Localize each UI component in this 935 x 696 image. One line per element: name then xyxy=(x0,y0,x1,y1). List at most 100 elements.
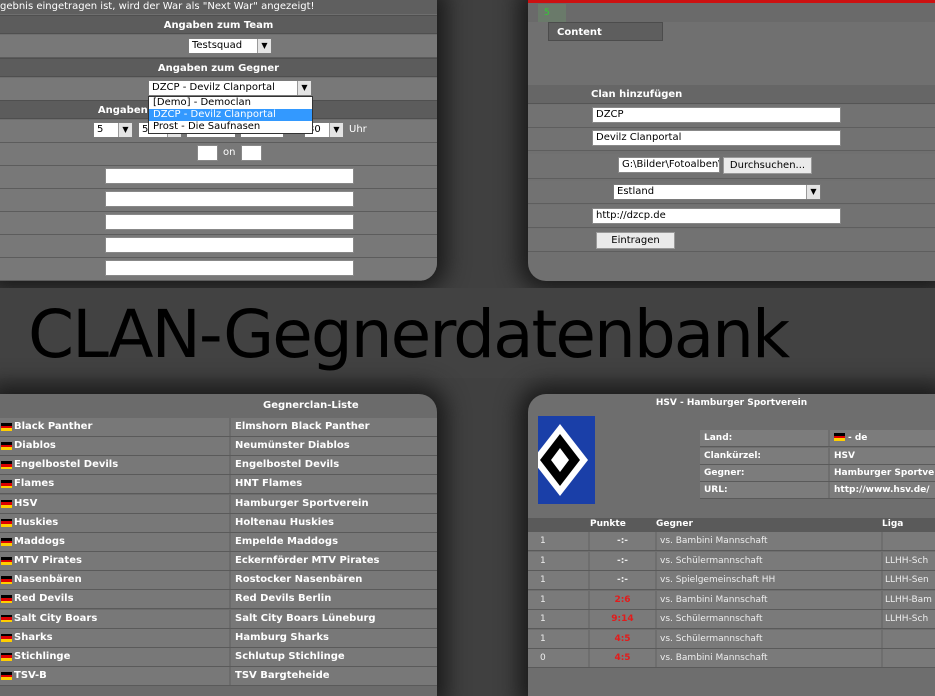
text-field[interactable] xyxy=(105,168,354,184)
match-row[interactable]: 1 9:14 vs. Schülermannschaft LLHH-Sch xyxy=(528,610,935,629)
clan-list-row[interactable]: TSV-B TSV Bargteheide xyxy=(0,666,437,686)
text-field[interactable] xyxy=(105,260,354,276)
chevron-down-icon: ▼ xyxy=(118,123,132,137)
match-opponent-cell[interactable]: vs. Bambini Mannschaft xyxy=(657,649,881,667)
dropdown-option[interactable]: Prost - Die Saufnasen xyxy=(149,121,312,133)
clan-list-row[interactable]: Diablos Neumünster Diablos xyxy=(0,437,437,457)
clan-name-cell[interactable]: Hamburg Sharks xyxy=(231,628,437,647)
match-opponent-cell[interactable]: vs. Schülermannschaft xyxy=(657,610,881,628)
text-field[interactable] xyxy=(105,214,354,230)
clan-tag-cell[interactable]: HSV xyxy=(0,494,229,513)
clan-tag-cell[interactable]: Diablos xyxy=(0,437,229,456)
germany-flag-icon xyxy=(1,518,12,527)
col-opponent: Gegner xyxy=(656,519,693,529)
clan-name-cell[interactable]: Empelde Maddogs xyxy=(231,532,437,551)
clan-tag-cell[interactable]: Black Panther xyxy=(0,418,229,436)
clan-list-row[interactable]: Black Panther Elmshorn Black Panther xyxy=(0,418,437,437)
clan-tag-cell[interactable]: Stichlinge xyxy=(0,647,229,666)
match-opponent-cell[interactable]: vs. Bambini Mannschaft xyxy=(657,590,881,609)
clan-name-cell[interactable]: Schlutup Stichlinge xyxy=(231,647,437,666)
dropdown-option-selected[interactable]: DZCP - Devilz Clanportal xyxy=(149,109,312,121)
clan-list-row[interactable]: MTV Pirates Eckernförder MTV Pirates xyxy=(0,552,437,572)
clan-list-row[interactable]: Sharks Hamburg Sharks xyxy=(0,628,437,648)
tab-content[interactable]: Content xyxy=(548,22,663,41)
clan-name-cell[interactable]: HNT Flames xyxy=(231,475,437,494)
match-lead-cell: 1 xyxy=(528,590,588,609)
match-row[interactable]: 1 4:5 vs. Schülermannschaft xyxy=(528,629,935,649)
clan-list-row[interactable]: Engelbostel Devils Engelbostel Devils xyxy=(0,456,437,476)
match-row[interactable]: 1 2:6 vs. Bambini Mannschaft LLHH-Bam xyxy=(528,590,935,610)
submit-button[interactable]: Eintragen xyxy=(596,232,675,249)
clan-name-cell[interactable]: Holtenau Huskies xyxy=(231,513,437,532)
score-row: on xyxy=(0,143,437,166)
score-opponent-input[interactable] xyxy=(241,145,262,161)
match-points-cell: -:- xyxy=(590,571,655,589)
clan-list-row[interactable]: Huskies Holtenau Huskies xyxy=(0,513,437,533)
germany-flag-icon xyxy=(1,442,12,451)
clan-list-row[interactable]: Nasenbären Rostocker Nasenbären xyxy=(0,571,437,591)
dropdown-option[interactable]: [Demo] - Democlan xyxy=(149,97,312,109)
match-row[interactable]: 0 4:5 vs. Bambini Mannschaft xyxy=(528,649,935,668)
clan-name-cell[interactable]: Rostocker Nasenbären xyxy=(231,571,437,590)
germany-flag-icon xyxy=(1,671,12,680)
clan-tag-cell[interactable]: TSV-B xyxy=(0,666,229,685)
clan-url-input[interactable]: http://dzcp.de xyxy=(592,208,841,224)
clan-list-row[interactable]: Salt City Boars Salt City Boars Lüneburg xyxy=(0,609,437,629)
tab-strip xyxy=(528,3,935,22)
land-value: - de xyxy=(830,430,935,446)
clan-list-row[interactable]: Red Devils Red Devils Berlin xyxy=(0,590,437,610)
country-select[interactable]: Estland ▼ xyxy=(613,184,821,200)
field-row xyxy=(0,212,437,235)
clan-name-cell[interactable]: Red Devils Berlin xyxy=(231,590,437,609)
match-opponent-cell[interactable]: vs. Spielgemeinschaft HH xyxy=(657,571,881,589)
clan-tag-input[interactable]: DZCP xyxy=(592,107,841,123)
clan-list-row[interactable]: Maddogs Empelde Maddogs xyxy=(0,532,437,552)
clan-tag-cell[interactable]: MTV Pirates xyxy=(0,552,229,571)
clan-list-row[interactable]: Flames HNT Flames xyxy=(0,475,437,495)
logo-file-input[interactable]: G:\Bilder\Fotoalben\S xyxy=(618,157,720,173)
clan-name-cell[interactable]: Salt City Boars Lüneburg xyxy=(231,609,437,628)
next-war-note: gebnis eingetragen ist, wird der War als… xyxy=(0,0,437,14)
clan-name-cell[interactable]: Eckernförder MTV Pirates xyxy=(231,552,437,571)
clan-name-cell[interactable]: Hamburger Sportverein xyxy=(231,494,437,513)
clan-name-cell[interactable]: Elmshorn Black Panther xyxy=(231,418,437,436)
clan-tag-cell[interactable]: Red Devils xyxy=(0,590,229,609)
text-field[interactable] xyxy=(105,191,354,207)
opponent-select[interactable]: DZCP - Devilz Clanportal ▼ xyxy=(148,80,312,96)
match-opponent-cell[interactable]: vs. Bambini Mannschaft xyxy=(657,532,881,550)
clan-tag-cell[interactable]: Huskies xyxy=(0,513,229,532)
match-row[interactable]: 1 -:- vs. Bambini Mannschaft xyxy=(528,532,935,551)
match-lead-cell: 1 xyxy=(528,629,588,648)
clan-tag-cell[interactable]: Nasenbären xyxy=(0,571,229,590)
submit-row: Eintragen xyxy=(528,229,935,252)
browse-button[interactable]: Durchsuchen... xyxy=(723,157,812,174)
score-own-input[interactable] xyxy=(197,145,218,161)
tab-indicator[interactable]: 5 xyxy=(538,4,566,22)
name-row: Devilz Clanportal xyxy=(528,128,935,151)
hsv-diamond-icon xyxy=(532,424,588,496)
clan-list-row[interactable]: HSV Hamburger Sportverein xyxy=(0,494,437,514)
match-row[interactable]: 1 -:- vs. Schülermannschaft LLHH-Sch xyxy=(528,551,935,571)
text-field[interactable] xyxy=(105,237,354,253)
clan-name-input[interactable]: Devilz Clanportal xyxy=(592,130,841,146)
clan-tag-cell[interactable]: Salt City Boars xyxy=(0,609,229,628)
match-row[interactable]: 1 -:- vs. Spielgemeinschaft HH LLHH-Sen xyxy=(528,571,935,590)
germany-flag-icon xyxy=(1,480,12,489)
clan-list-row[interactable]: Stichlinge Schlutup Stichlinge xyxy=(0,647,437,667)
clan-tag-cell[interactable]: Flames xyxy=(0,475,229,494)
clan-name-cell[interactable]: TSV Bargteheide xyxy=(231,666,437,685)
day-select[interactable]: 5 ▼ xyxy=(93,122,133,138)
clan-tag-cell[interactable]: Sharks xyxy=(0,628,229,647)
team-select[interactable]: Testsquad ▼ xyxy=(188,38,272,54)
match-opponent-cell[interactable]: vs. Schülermannschaft xyxy=(657,629,881,648)
clan-name-cell[interactable]: Engelbostel Devils xyxy=(231,456,437,475)
clan-tag-cell[interactable]: Maddogs xyxy=(0,532,229,551)
tag-label: Clankürzel: xyxy=(700,448,828,464)
clan-name-cell[interactable]: Neumünster Diablos xyxy=(231,437,437,456)
match-league-cell: LLHH-Sch xyxy=(883,551,935,570)
title-part-rest: -Gegnerdatenbank xyxy=(198,296,790,373)
match-opponent-cell[interactable]: vs. Schülermannschaft xyxy=(657,551,881,570)
url-link[interactable]: http://www.hsv.de/ xyxy=(830,482,935,498)
clan-tag-cell[interactable]: Engelbostel Devils xyxy=(0,456,229,475)
match-league-cell xyxy=(883,629,935,648)
